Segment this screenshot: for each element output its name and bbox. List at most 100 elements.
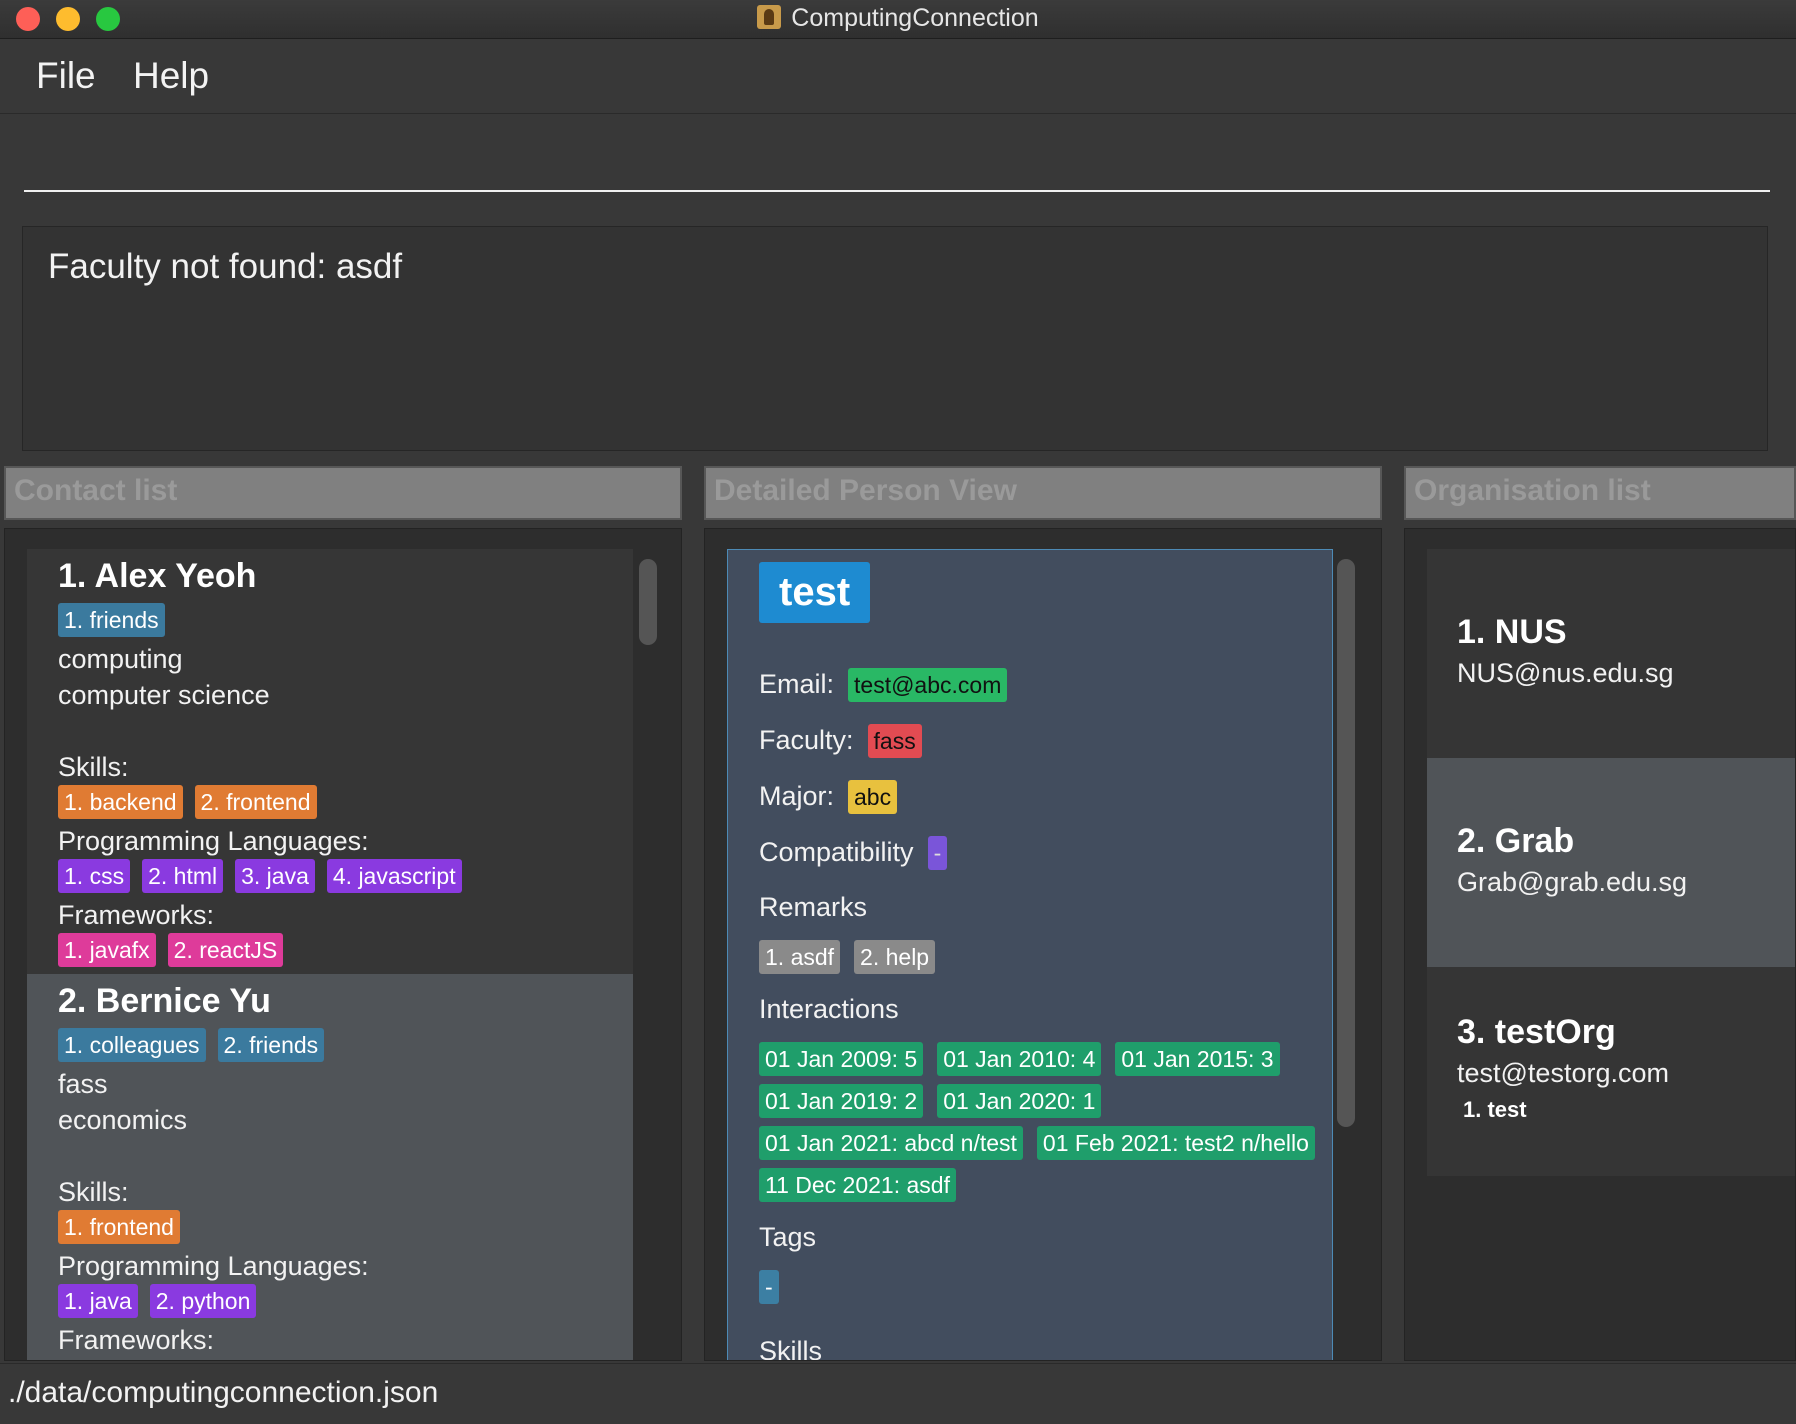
remark-chips: 1. asdf 2. help <box>759 940 949 982</box>
organisation-email: NUS@nus.edu.sg <box>1457 658 1674 688</box>
framework-chips: 1. javafx 2. reactJS <box>58 933 633 971</box>
interaction-chip: 01 Jan 2019: 2 <box>759 1084 924 1118</box>
organisation-email: test@testorg.com <box>1457 1058 1669 1088</box>
skills-label: Skills: <box>58 752 129 782</box>
detail-tag-chips: - <box>759 1270 793 1312</box>
skill-chip: 1. backend <box>58 785 183 819</box>
frameworks-label: Frameworks: <box>58 900 215 930</box>
command-input[interactable] <box>24 144 1770 192</box>
tag-chip: 2. friends <box>217 1028 325 1062</box>
organisation-tag: 1. test <box>1463 1097 1527 1122</box>
remarks-label: Remarks <box>759 892 868 922</box>
remark-chip: 2. help <box>854 940 936 974</box>
result-message: Faculty not found: asdf <box>48 247 403 286</box>
app-window: ComputingConnection File Help Faculty no… <box>0 0 1796 1424</box>
detail-view-scrollbar[interactable] <box>1337 559 1355 1127</box>
detail-card: test Email: test@abc.com Faculty: fass Maj… <box>727 549 1333 1361</box>
skill-chips: 1. frontend <box>58 1210 633 1248</box>
title-bar: ComputingConnection <box>0 0 1796 39</box>
skill-chip: 1. frontend <box>58 1210 180 1244</box>
contact-tags: 1. friends <box>58 603 633 641</box>
detail-view-panel[interactable]: test Email: test@abc.com Faculty: fass Maj… <box>704 528 1382 1361</box>
compatibility-label: Compatibility <box>759 837 914 867</box>
language-chip: 2. html <box>142 859 224 893</box>
tag-chip: 1. friends <box>58 603 165 637</box>
organisation-list-header: Organisation list <box>1404 466 1796 520</box>
contact-list-scrollbar[interactable] <box>639 559 657 645</box>
menu-help[interactable]: Help <box>133 55 209 97</box>
frameworks-label: Frameworks: <box>58 1325 215 1355</box>
window-title: ComputingConnection <box>791 4 1039 32</box>
interaction-chip: 01 Jan 2009: 5 <box>759 1042 924 1076</box>
email-row: Email: test@abc.com <box>759 668 1008 702</box>
interactions-label: Interactions <box>759 994 899 1024</box>
contact-book-icon <box>757 5 782 29</box>
organisation-card[interactable]: 3. testOrg test@testorg.com 1. test <box>1427 967 1795 1176</box>
window-title-wrap: ComputingConnection <box>0 4 1796 33</box>
faculty-label: Faculty: <box>759 725 854 755</box>
skills-label: Skills <box>759 1336 823 1361</box>
major-value: abc <box>848 780 898 814</box>
contact-major: computer science <box>58 680 270 710</box>
organisation-email: Grab@grab.edu.sg <box>1457 867 1688 897</box>
language-chip: 3. java <box>235 859 315 893</box>
language-chip: 2. python <box>149 1284 257 1318</box>
faculty-value: fass <box>867 724 922 758</box>
contact-name: 1. Alex Yeoh <box>58 557 257 595</box>
compatibility-value: - <box>927 836 948 870</box>
framework-chip: 2. reactJS <box>167 933 284 967</box>
language-chip: 1. java <box>58 1284 138 1318</box>
organisation-name: 3. testOrg <box>1457 1013 1616 1051</box>
person-name-badge: test <box>759 562 871 623</box>
contact-list-header: Contact list <box>4 466 682 520</box>
email-label: Email: <box>759 669 835 699</box>
command-area <box>0 114 1796 214</box>
organisation-list-panel[interactable]: 1. NUS NUS@nus.edu.sg 2. Grab Grab@grab.… <box>1404 528 1796 1361</box>
skill-chips: 1. backend 2. frontend <box>58 785 633 823</box>
language-chip: 4. javascript <box>326 859 462 893</box>
result-display: Faculty not found: asdf <box>22 226 1768 451</box>
major-label: Major: <box>759 781 835 811</box>
interaction-chip: 01 Jan 2021: abcd n/test <box>759 1126 1023 1160</box>
contact-list-panel[interactable]: 1. Alex Yeoh 1. friends computing comput… <box>4 528 682 1361</box>
contact-card[interactable]: 2. Bernice Yu 1. colleagues 2. friends fa… <box>27 974 633 1360</box>
interaction-chip: 01 Jan 2015: 3 <box>1115 1042 1280 1076</box>
tag-chip: - <box>759 1270 779 1304</box>
contact-faculty: computing <box>58 644 183 674</box>
skill-chip: 2. frontend <box>194 785 317 819</box>
contact-faculty: fass <box>58 1069 108 1099</box>
contact-card[interactable]: 1. Alex Yeoh 1. friends computing comput… <box>27 549 633 974</box>
interaction-chip: 01 Jan 2020: 1 <box>937 1084 1102 1118</box>
skills-label: Skills: <box>58 1177 129 1207</box>
tag-chip: 1. colleagues <box>58 1028 206 1062</box>
interaction-chip: 01 Feb 2021: test2 n/hello <box>1036 1126 1315 1160</box>
contact-major: economics <box>58 1105 188 1135</box>
interaction-chip: 11 Dec 2021: asdf <box>759 1168 956 1202</box>
faculty-row: Faculty: fass <box>759 724 922 758</box>
menu-file[interactable]: File <box>36 55 96 97</box>
interaction-chip: 01 Jan 2010: 4 <box>937 1042 1102 1076</box>
tags-label: Tags <box>759 1222 817 1252</box>
language-chips: 1. css 2. html 3. java 4. javascript <box>58 859 633 897</box>
remark-chip: 1. asdf <box>759 940 841 974</box>
save-location: ./data/computingconnection.json <box>8 1376 439 1409</box>
organisation-name: 2. Grab <box>1457 822 1575 860</box>
menu-bar: File Help <box>0 39 1796 114</box>
contact-tags: 1. colleagues 2. friends <box>58 1028 633 1066</box>
contact-name: 2. Bernice Yu <box>58 982 271 1020</box>
email-value: test@abc.com <box>848 668 1008 702</box>
languages-label: Programming Languages: <box>58 826 369 856</box>
interaction-chips: 01 Jan 2009: 5 01 Jan 2010: 4 01 Jan 2015:… <box>759 1042 1329 1210</box>
organisation-card[interactable]: 2. Grab Grab@grab.edu.sg <box>1427 758 1795 967</box>
languages-label: Programming Languages: <box>58 1251 369 1281</box>
organisation-name: 1. NUS <box>1457 613 1567 651</box>
organisation-card[interactable]: 1. NUS NUS@nus.edu.sg <box>1427 549 1795 758</box>
compatibility-row: Compatibility - <box>759 836 948 870</box>
framework-chip: 1. javafx <box>58 933 156 967</box>
language-chips: 1. java 2. python <box>58 1284 633 1322</box>
language-chip: 1. css <box>58 859 131 893</box>
major-row: Major: abc <box>759 780 898 814</box>
status-bar: ./data/computingconnection.json <box>0 1363 1796 1424</box>
